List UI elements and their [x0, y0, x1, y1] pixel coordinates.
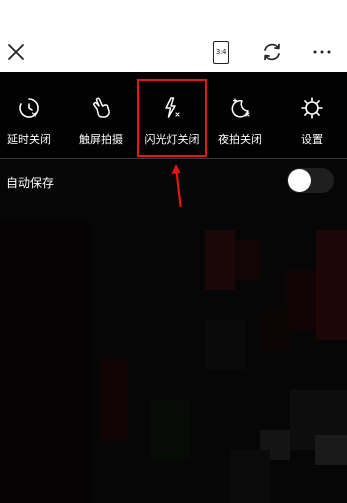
auto-save-row: 自动保存: [0, 160, 347, 204]
toggle-knob: [288, 169, 311, 192]
camera-switch-icon: [264, 43, 280, 61]
aspect-ratio-button[interactable]: 3:4: [199, 30, 243, 74]
gear-icon: [301, 97, 323, 119]
flash-setting[interactable]: 闪光灯关闭: [137, 72, 207, 160]
flash-off-icon: [165, 97, 180, 118]
touch-icon: [93, 97, 110, 118]
close-icon: [8, 44, 24, 60]
auto-save-label: 自动保存: [6, 176, 55, 190]
settings-button[interactable]: 设置: [277, 72, 347, 160]
auto-save-toggle[interactable]: [287, 168, 334, 193]
camera-preview: [0, 160, 347, 503]
camera-switch-button[interactable]: [250, 30, 294, 74]
aspect-ratio-text: 3:4: [215, 48, 227, 56]
top-bar: 3:4: [0, 0, 347, 72]
panel-divider: [0, 158, 347, 159]
aspect-ratio-icon: 3:4: [213, 40, 229, 64]
more-button[interactable]: [300, 30, 344, 74]
flash-setting-label: 闪光灯关闭: [144, 133, 200, 146]
close-button[interactable]: [0, 30, 38, 74]
night-mode-setting[interactable]: 夜拍关闭: [205, 72, 275, 160]
night-mode-icon: [231, 98, 250, 118]
touch-capture-label: 触屏拍摄: [79, 133, 123, 146]
more-icon: [313, 50, 331, 54]
touch-capture-setting[interactable]: 触屏拍摄: [66, 72, 136, 160]
timer-icon: [19, 98, 39, 118]
night-mode-label: 夜拍关闭: [218, 133, 262, 146]
camera-screen: 3:4 延时关闭 触屏拍摄 闪光灯关闭 夜拍关闭 设置 自动保存: [0, 0, 347, 503]
quick-settings-panel: 延时关闭 触屏拍摄 闪光灯关闭 夜拍关闭 设置: [0, 72, 347, 160]
timer-setting[interactable]: 延时关闭: [0, 72, 64, 160]
settings-label: 设置: [301, 133, 323, 146]
timer-setting-label: 延时关闭: [7, 133, 51, 146]
